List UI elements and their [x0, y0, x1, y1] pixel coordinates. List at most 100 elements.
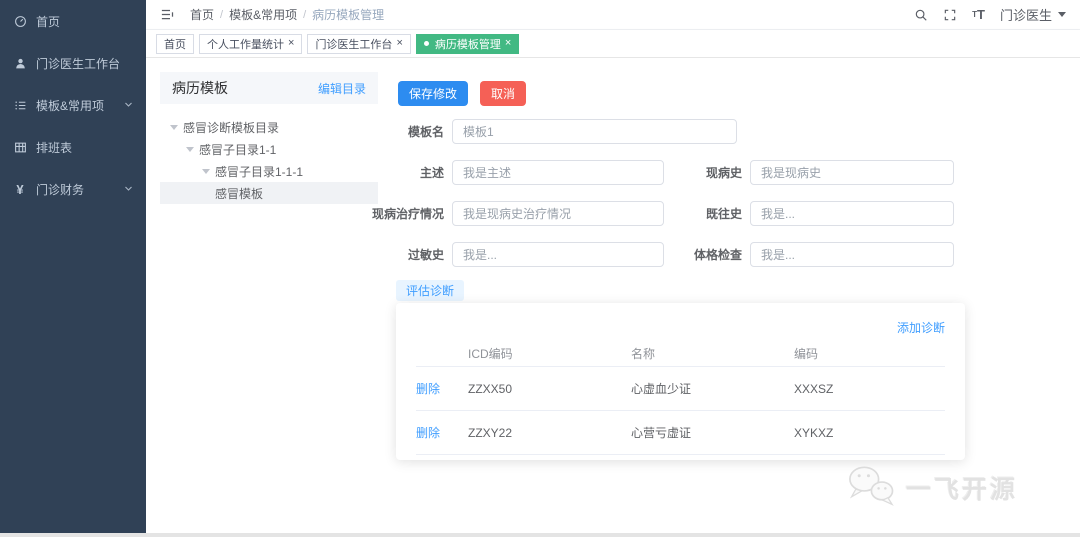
watermark: 一飞开源 — [844, 462, 1018, 513]
chief-complaint-input[interactable] — [452, 160, 664, 185]
chief-complaint-label: 主述 — [419, 166, 444, 180]
watermark-text: 一飞开源 — [905, 475, 1018, 504]
tab-label: 个人工作量统计 — [207, 38, 284, 51]
tree-node-label: 感冒模板 — [215, 186, 264, 201]
header-code: 编码 — [794, 347, 819, 361]
tab-personal-workload[interactable]: 个人工作量统计 × — [199, 33, 303, 54]
cancel-button[interactable]: 取消 — [480, 81, 527, 106]
sidebar-item-doctor-workbench[interactable]: 门诊医生工作台 — [0, 42, 146, 84]
template-name-input[interactable] — [452, 119, 737, 144]
cell-name: 心虚血少证 — [631, 382, 692, 396]
sidebar-item-label: 排班表 — [36, 140, 73, 155]
breadcrumb-item-home[interactable]: 首页 — [190, 6, 214, 23]
allergy-history-label: 过敏史 — [407, 248, 444, 262]
list-icon — [13, 98, 27, 112]
topbar-actions: TT 门诊医生 — [914, 5, 1066, 24]
cell-code: XYKXZ — [794, 425, 834, 440]
dashboard-icon — [13, 14, 27, 28]
horizontal-scrollbar[interactable] — [0, 533, 1080, 537]
sidebar-item-templates[interactable]: 模板&常用项 — [0, 84, 146, 126]
table-row: 删除 ZZXY22 心营亏虚证 XYKXZ — [416, 411, 945, 455]
sidebar-item-label: 首页 — [36, 14, 61, 29]
tree-node-label: 感冒子目录1-1-1 — [215, 164, 304, 179]
editor-actions: 保存修改 取消 — [398, 81, 527, 106]
form-row-template-name: 模板名 — [300, 119, 737, 144]
form-row-chief-present: 主述 现病史 — [300, 160, 954, 185]
edit-directory-link[interactable]: 编辑目录 — [318, 80, 366, 97]
physical-exam-input[interactable] — [750, 242, 954, 267]
caret-down-icon — [1058, 12, 1066, 17]
tab-label: 门诊医生工作台 — [315, 38, 393, 51]
present-illness-label: 现病史 — [705, 166, 742, 180]
chevron-down-icon — [124, 182, 133, 196]
past-history-input[interactable] — [750, 201, 954, 226]
diagnosis-card: 添加诊断 ICD编码 名称 编码 删除 ZZXX50 心虚血少证 XXXSZ 删… — [396, 303, 965, 460]
physical-exam-label: 体格检查 — [693, 248, 742, 262]
cell-icd: ZZXY22 — [468, 425, 513, 440]
breadcrumb-separator: / — [220, 8, 224, 21]
header-name: 名称 — [631, 347, 656, 361]
sidebar-item-home[interactable]: 首页 — [0, 0, 146, 42]
tab-label: 病历模板管理 — [434, 38, 501, 51]
fullscreen-icon[interactable] — [943, 8, 957, 22]
header-icd: ICD编码 — [468, 347, 513, 361]
past-history-label: 既往史 — [705, 207, 742, 221]
present-treatment-input[interactable] — [452, 201, 664, 226]
breadcrumb-item-current: 病历模板管理 — [312, 8, 385, 22]
sidebar-item-label: 模板&常用项 — [36, 98, 105, 113]
table-header-row: ICD编码 名称 编码 — [416, 341, 945, 367]
tab-diagnosis[interactable]: 评估诊断 — [396, 280, 465, 301]
tree-node-label: 感冒子目录1-1 — [199, 142, 277, 157]
sidebar-item-label: 门诊财务 — [36, 182, 85, 197]
active-dot — [423, 41, 429, 46]
delete-link[interactable]: 删除 — [416, 380, 468, 397]
present-illness-input[interactable] — [750, 160, 954, 185]
sidebar-item-finance[interactable]: ¥ 门诊财务 — [0, 168, 146, 210]
close-icon[interactable]: × — [505, 38, 511, 49]
main-content: 病历模板 编辑目录 感冒诊断模板目录 感冒子目录1-1 感冒子目录1-1-1 感… — [146, 58, 1080, 533]
topbar: 首页 / 模板&常用项 / 病历模板管理 TT 门诊医生 — [146, 0, 1080, 30]
breadcrumb: 首页 / 模板&常用项 / 病历模板管理 — [190, 6, 384, 23]
tags-view-bar: 首页 个人工作量统计 × 门诊医生工作台 × 病历模板管理 × — [146, 30, 1080, 58]
table-row: 删除 ZZXX50 心虚血少证 XXXSZ — [416, 367, 945, 411]
search-icon[interactable] — [914, 8, 928, 22]
breadcrumb-item-templates[interactable]: 模板&常用项 — [229, 6, 297, 23]
template-panel-header: 病历模板 编辑目录 — [160, 72, 378, 104]
sidebar-item-schedule[interactable]: 排班表 — [0, 126, 146, 168]
user-dropdown[interactable]: 门诊医生 — [1000, 5, 1066, 24]
present-treatment-label: 现病治疗情况 — [371, 207, 444, 221]
sidebar-item-label: 门诊医生工作台 — [36, 56, 121, 71]
close-icon[interactable]: × — [288, 38, 294, 49]
add-diagnosis-link[interactable]: 添加诊断 — [897, 319, 945, 336]
sidebar: 首页 门诊医生工作台 模板&常用项 排班表 ¥ 门诊财务 — [0, 0, 146, 533]
yen-icon: ¥ — [16, 181, 24, 197]
user-icon — [13, 56, 27, 70]
hamburger-icon[interactable] — [160, 7, 176, 23]
app-root: 首页 门诊医生工作台 模板&常用项 排班表 ¥ 门诊财务 首页 / 模板&常用项… — [0, 0, 1080, 537]
save-button[interactable]: 保存修改 — [398, 81, 469, 106]
tab-template-management[interactable]: 病历模板管理 × — [415, 33, 520, 54]
table-icon — [13, 140, 27, 154]
form-row-treatment-past: 现病治疗情况 既往史 — [300, 201, 954, 226]
tree-caret-icon[interactable] — [186, 146, 194, 152]
wechat-logo-icon — [844, 462, 898, 513]
cell-name: 心营亏虚证 — [631, 426, 692, 440]
breadcrumb-separator: / — [303, 8, 307, 21]
diagnosis-table: ICD编码 名称 编码 删除 ZZXX50 心虚血少证 XXXSZ 删除 ZZX… — [416, 341, 945, 455]
font-size-icon[interactable]: TT — [972, 8, 985, 21]
allergy-history-input[interactable] — [452, 242, 664, 267]
panel-title: 病历模板 — [172, 80, 228, 96]
close-icon[interactable]: × — [396, 38, 402, 49]
form-row-allergy-physical: 过敏史 体格检查 — [300, 242, 954, 267]
tab-doctor-workbench[interactable]: 门诊医生工作台 × — [307, 33, 411, 54]
tree-caret-icon[interactable] — [170, 124, 178, 130]
chevron-down-icon — [124, 98, 133, 112]
tree-node-label: 感冒诊断模板目录 — [183, 120, 280, 135]
template-name-label: 模板名 — [407, 125, 444, 139]
user-name: 门诊医生 — [999, 8, 1052, 23]
cell-icd: ZZXX50 — [468, 381, 513, 396]
delete-link[interactable]: 删除 — [416, 424, 468, 441]
tab-home[interactable]: 首页 — [156, 33, 194, 54]
tree-caret-icon[interactable] — [202, 168, 210, 174]
tab-label: 首页 — [164, 38, 186, 51]
